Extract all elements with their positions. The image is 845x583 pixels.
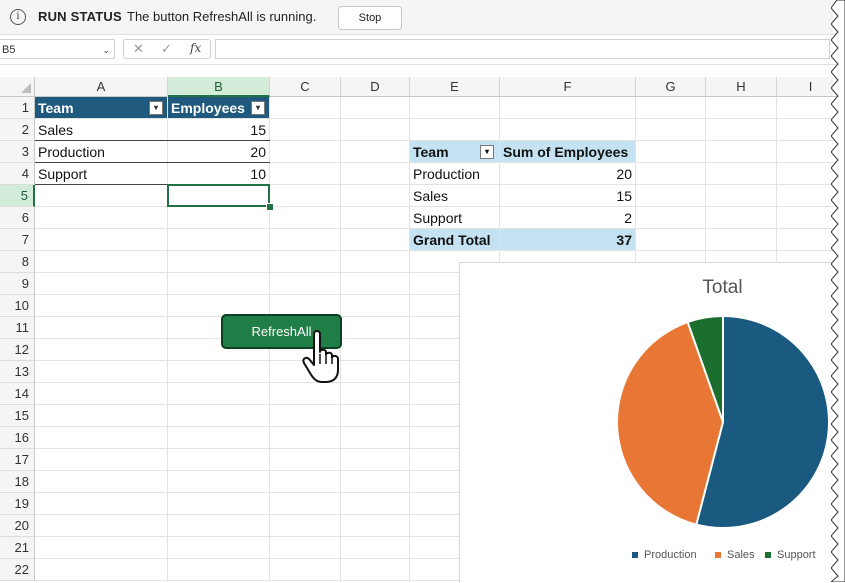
info-icon: i — [10, 9, 26, 25]
legend-swatch — [715, 552, 721, 559]
legend-item-production[interactable]: Production — [632, 549, 697, 561]
row-header-4[interactable]: 4 — [0, 163, 35, 185]
row-header-1[interactable]: 1 — [0, 97, 35, 119]
hand-cursor-icon — [302, 330, 339, 383]
column-header-a[interactable]: A — [35, 77, 168, 97]
column-header-e[interactable]: E — [410, 77, 500, 97]
pivot-cell-team[interactable]: Sales — [410, 185, 499, 206]
fill-handle[interactable] — [266, 203, 274, 211]
chevron-down-icon[interactable]: ⌄ — [102, 40, 110, 60]
row-header-10[interactable]: 10 — [0, 295, 35, 317]
cancel-icon[interactable]: ✕ — [133, 41, 144, 57]
column-header-g[interactable]: G — [636, 77, 706, 97]
row-header-21[interactable]: 21 — [0, 537, 35, 559]
row-header-2[interactable]: 2 — [0, 119, 35, 141]
torn-edge — [831, 0, 845, 582]
row-header-9[interactable]: 9 — [0, 273, 35, 295]
pivot-cell-sum[interactable]: 15 — [500, 185, 635, 206]
legend-label: Production — [644, 549, 697, 561]
legend-label: Sales — [727, 549, 755, 561]
row-header-3[interactable]: 3 — [0, 141, 35, 163]
column-header-c[interactable]: C — [270, 77, 341, 97]
formula-input[interactable] — [215, 39, 830, 59]
run-status-title: RUN STATUS — [38, 9, 122, 24]
row-header-7[interactable]: 7 — [0, 229, 35, 251]
row-header-11[interactable]: 11 — [0, 317, 35, 339]
formula-bar: B5 ⌄ ✕ ✓ fx — [0, 36, 845, 65]
row-header-15[interactable]: 15 — [0, 405, 35, 427]
table-cell-team[interactable]: Production — [35, 141, 167, 162]
name-box[interactable]: B5 ⌄ — [0, 39, 115, 59]
function-icon[interactable]: fx — [190, 41, 201, 55]
row-header-6[interactable]: 6 — [0, 207, 35, 229]
table-header-team[interactable]: Team ▾ — [35, 97, 167, 118]
row-header-20[interactable]: 20 — [0, 515, 35, 537]
pivot-filter-icon[interactable]: ▾ — [480, 145, 494, 159]
table-cell-employees[interactable]: 20 — [168, 141, 269, 162]
row-header-13[interactable]: 13 — [0, 361, 35, 383]
column-header-b[interactable]: B — [168, 77, 270, 97]
row-header-12[interactable]: 12 — [0, 339, 35, 361]
row-header-18[interactable]: 18 — [0, 471, 35, 493]
pivot-header-team[interactable]: Team ▾ — [410, 141, 499, 162]
column-header-h[interactable]: H — [706, 77, 777, 97]
pivot-cell-team[interactable]: Support — [410, 207, 499, 228]
row-header-19[interactable]: 19 — [0, 493, 35, 515]
formula-tools: ✕ ✓ fx — [123, 39, 211, 59]
row-header-16[interactable]: 16 — [0, 427, 35, 449]
row-header-5[interactable]: 5 — [0, 185, 35, 207]
table-cell-team[interactable]: Support — [35, 163, 167, 184]
pivot-grand-total-value[interactable]: 37 — [500, 229, 635, 250]
column-header-f[interactable]: F — [500, 77, 636, 97]
legend-item-sales[interactable]: Sales — [715, 549, 755, 561]
run-status-message: The button RefreshAll is running. — [127, 9, 317, 24]
table-cell-employees[interactable]: 15 — [168, 119, 269, 140]
table-cell-team[interactable]: Sales — [35, 119, 167, 140]
table-cell-employees[interactable]: 10 — [168, 163, 269, 184]
filter-dropdown-icon[interactable]: ▾ — [149, 101, 163, 115]
pie-plot — [616, 314, 830, 529]
row-header-14[interactable]: 14 — [0, 383, 35, 405]
name-box-value: B5 — [2, 44, 16, 56]
gridline — [35, 250, 845, 251]
legend-swatch — [765, 552, 771, 559]
stop-button[interactable]: Stop — [338, 6, 402, 30]
legend-item-support[interactable]: Support — [765, 549, 816, 561]
row-header-8[interactable]: 8 — [0, 251, 35, 273]
active-cell-selection — [167, 184, 270, 207]
run-status-bar: i RUN STATUS The button RefreshAll is ru… — [0, 0, 845, 35]
select-all-corner[interactable] — [0, 77, 35, 97]
filter-dropdown-icon[interactable]: ▾ — [251, 101, 265, 115]
column-header-d[interactable]: D — [341, 77, 410, 97]
enter-icon[interactable]: ✓ — [161, 41, 172, 57]
pie-chart[interactable]: Total Production Sales Support — [459, 262, 845, 583]
pivot-cell-sum[interactable]: 20 — [500, 163, 635, 184]
pivot-grand-total-label[interactable]: Grand Total — [410, 229, 499, 250]
legend-swatch — [632, 552, 638, 559]
legend-label: Support — [777, 549, 816, 561]
row-header-17[interactable]: 17 — [0, 449, 35, 471]
pivot-cell-sum[interactable]: 2 — [500, 207, 635, 228]
row-header-22[interactable]: 22 — [0, 559, 35, 581]
pivot-cell-team[interactable]: Production — [410, 163, 499, 184]
pivot-header-sum[interactable]: Sum of Employees — [500, 141, 635, 162]
table-header-employees[interactable]: Employees ▾ — [168, 97, 269, 118]
